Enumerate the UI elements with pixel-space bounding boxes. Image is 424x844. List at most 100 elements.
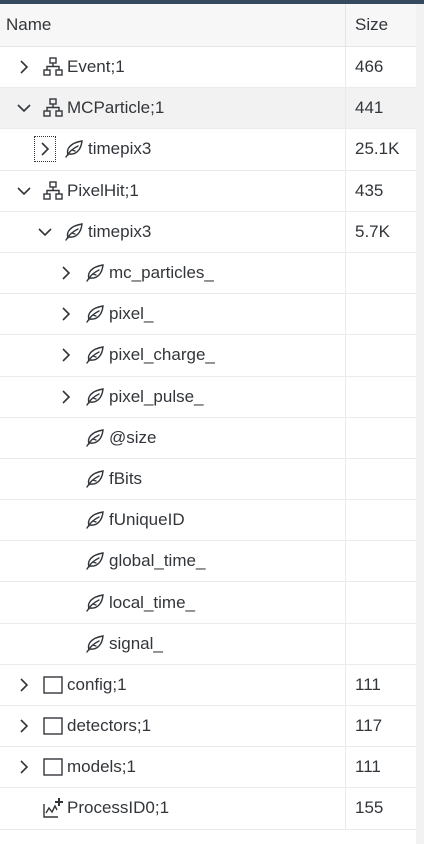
tree-row-label: models;1 <box>67 757 136 777</box>
column-divider <box>345 582 346 623</box>
tree-row-event-1[interactable]: Event;1 466 <box>0 47 416 89</box>
tree-row-label: local_time_ <box>109 592 195 612</box>
leaf-icon <box>84 592 106 614</box>
column-divider <box>345 623 346 664</box>
tree-row-size: 117 <box>355 716 383 736</box>
chevron-right-icon[interactable] <box>17 60 31 74</box>
tree-row-timepix3[interactable]: timepix3 25.1K <box>0 129 416 171</box>
tree-row-mcparticle-1[interactable]: MCParticle;1 441 <box>0 88 416 130</box>
tree-row-label: global_time_ <box>109 551 206 571</box>
column-divider <box>345 458 346 500</box>
tree-row-label: fUniqueID <box>109 510 185 530</box>
chevron-right-icon[interactable] <box>59 348 73 362</box>
tree-row-label: mc_particles_ <box>109 263 214 283</box>
column-divider <box>345 129 346 170</box>
chevron-right-icon[interactable] <box>59 307 73 321</box>
column-divider <box>345 4 346 46</box>
leaf-icon <box>63 221 85 243</box>
tree-icon <box>42 56 64 78</box>
leaf-icon <box>84 262 106 284</box>
leaf-icon <box>63 138 85 160</box>
chevron-right-icon[interactable] <box>17 719 31 733</box>
tree-row-pixel-charge[interactable]: pixel_charge_ <box>0 335 416 377</box>
column-divider <box>345 47 346 88</box>
tree-row-pixel[interactable]: pixel_ <box>0 294 416 336</box>
chevron-down-icon[interactable] <box>38 225 52 239</box>
tree-row-label: fBits <box>109 468 143 488</box>
column-divider <box>345 747 346 788</box>
tree-row-label: Event;1 <box>67 57 125 77</box>
chevron-right-icon[interactable] <box>59 390 73 404</box>
tree-row-size: 111 <box>355 674 381 694</box>
tree-row-label: config;1 <box>67 674 127 694</box>
tree-row-pixel-pulse[interactable]: pixel_pulse_ <box>0 376 416 418</box>
column-divider <box>345 664 346 705</box>
tree-row-size[interactable]: @size <box>0 417 416 459</box>
column-divider <box>345 500 346 541</box>
tree-row-label: detectors;1 <box>67 716 152 736</box>
leaf-icon <box>84 509 106 531</box>
column-header-size[interactable]: Size <box>355 4 388 46</box>
folder-icon <box>42 756 64 778</box>
leaf-icon <box>84 344 106 366</box>
chevron-right-icon[interactable] <box>34 136 56 163</box>
tree-row-label: timepix3 <box>88 221 152 241</box>
tree-row-size: 25.1K <box>355 139 400 159</box>
tree-row-label: timepix3 <box>88 139 152 159</box>
chevron-down-icon[interactable] <box>17 184 31 198</box>
column-divider <box>345 376 346 417</box>
chevron-down-icon[interactable] <box>17 101 31 115</box>
tree-row-label: signal_ <box>109 633 163 653</box>
tree-row-pixelhit-1[interactable]: PixelHit;1 435 <box>0 170 416 212</box>
column-divider <box>345 252 346 294</box>
column-divider <box>345 417 346 458</box>
leaf-icon <box>84 633 106 655</box>
tree-row-global-time[interactable]: global_time_ <box>0 541 416 583</box>
tree-row-label: ProcessID0;1 <box>67 798 170 818</box>
leaf-icon <box>84 303 106 325</box>
folder-icon <box>42 715 64 737</box>
folder-icon <box>42 674 64 696</box>
chevron-right-icon[interactable] <box>17 678 31 692</box>
column-divider <box>345 88 346 129</box>
leaf-icon <box>84 468 106 490</box>
tree-row-config-1[interactable]: config;1 111 <box>0 664 416 706</box>
leaf-icon <box>84 427 106 449</box>
process-icon <box>42 797 64 819</box>
tree-row-label: pixel_pulse_ <box>109 386 204 406</box>
tree-row-timepix3[interactable]: timepix3 5.7K <box>0 211 416 253</box>
tree-row-size: 435 <box>355 180 384 200</box>
vertical-scrollbar[interactable] <box>416 4 424 844</box>
column-divider <box>345 706 346 747</box>
tree-row-detectors-1[interactable]: detectors;1 117 <box>0 706 416 748</box>
column-header-name[interactable]: Name <box>6 4 51 46</box>
column-divider <box>345 170 346 211</box>
tree-row-fbits[interactable]: fBits <box>0 458 416 501</box>
leaf-icon <box>84 550 106 572</box>
tree-row-label: pixel_ <box>109 304 154 324</box>
tree-table-body: Event;1 466 MCParticle;1 441 timepix3 25.1K Pi… <box>0 47 416 830</box>
tree-row-label: @size <box>109 427 157 447</box>
tree-icon <box>42 180 64 202</box>
tree-row-processid0-1[interactable]: ProcessID0;1 155 <box>0 788 416 830</box>
tree-row-signal[interactable]: signal_ <box>0 623 416 665</box>
tree-row-size: 5.7K <box>355 221 390 241</box>
tree-row-models-1[interactable]: models;1 111 <box>0 747 416 789</box>
tree-row-funiqueid[interactable]: fUniqueID <box>0 500 416 542</box>
chevron-right-icon[interactable] <box>17 760 31 774</box>
tree-icon <box>42 97 64 119</box>
chevron-right-icon[interactable] <box>59 266 73 280</box>
column-divider <box>345 211 346 252</box>
tree-row-label: PixelHit;1 <box>67 180 139 200</box>
column-divider <box>345 294 346 335</box>
table-header: Name Size <box>0 4 416 47</box>
tree-row-label: pixel_charge_ <box>109 345 215 365</box>
tree-row-size: 155 <box>355 798 384 818</box>
column-divider <box>345 541 346 582</box>
tree-row-mc-particles[interactable]: mc_particles_ <box>0 252 416 295</box>
tree-row-size: 466 <box>355 57 384 77</box>
tree-row-size: 111 <box>355 757 381 777</box>
leaf-icon <box>84 386 106 408</box>
tree-row-local-time[interactable]: local_time_ <box>0 582 416 624</box>
tree-row-label: MCParticle;1 <box>67 98 165 118</box>
